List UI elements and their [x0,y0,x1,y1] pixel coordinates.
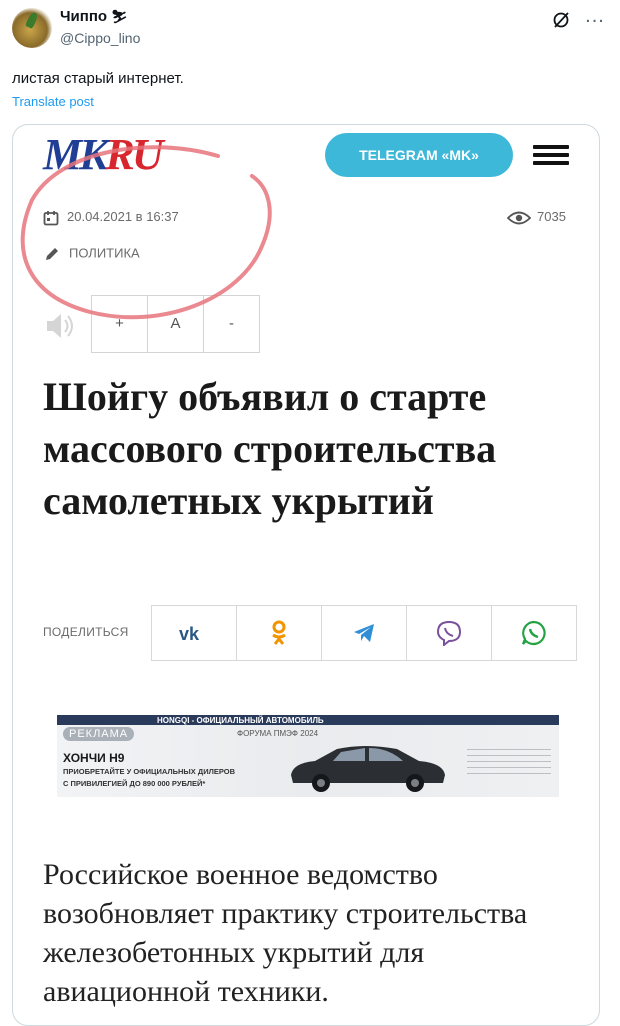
ad-fine-print [467,749,551,779]
font-reset-button[interactable]: A [148,296,204,352]
tweet-text: листая старый интернет. [12,70,184,87]
hamburger-menu-icon[interactable] [533,145,569,165]
telegram-button[interactable]: TELEGRAM «MK» [325,133,513,177]
share-vk-button[interactable]: vk [152,606,237,660]
whatsapp-icon [521,620,546,646]
font-size-controls: + A - [91,295,260,353]
article-headline: Шойгу объявил о старте массового строите… [43,374,497,523]
eye-icon [507,211,531,224]
speaker-icon[interactable] [43,309,77,343]
telegram-icon [354,624,374,642]
pencil-icon [46,248,58,260]
font-increase-button[interactable]: + [92,296,148,352]
ad-line-2: С ПРИВИЛЕГИЕЙ ДО 890 000 РУБЛЕЙ* [63,779,206,788]
share-whatsapp-button[interactable] [492,606,576,660]
car-image [291,746,445,792]
author-handle[interactable]: @Cippo_lino [60,30,140,46]
mk-logo: MKRU [43,130,164,179]
share-label: ПОДЕЛИТЬСЯ [43,625,129,639]
ad-model: ХОНЧИ Н9 [63,751,125,765]
article-category[interactable]: ПОЛИТИКА [43,245,140,263]
odnoklassniki-icon [272,620,286,645]
share-viber-button[interactable] [407,606,492,660]
share-ok-button[interactable] [237,606,322,660]
svg-text:vk: vk [179,624,200,642]
article-body: Российское военное ведомство возобновляе… [43,858,528,1008]
author-name[interactable]: Чиппо ⛷ [60,8,128,25]
article-date: 20.04.2021 в 16:37 [43,209,179,226]
article-date-text: 20.04.2021 в 16:37 [67,209,179,224]
font-decrease-button[interactable]: - [204,296,259,352]
logo-mk: MK [43,130,109,179]
ad-line-1: ПРИОБРЕТАЙТЕ У ОФИЦИАЛЬНЫХ ДИЛЕРОВ [63,767,235,776]
author-name-text: Чиппо [60,8,108,25]
translate-post-link[interactable]: Translate post [12,94,94,109]
share-buttons: vk [151,605,577,661]
logo-ru: RU [105,130,163,179]
article-category-text: ПОЛИТИКА [69,245,140,261]
view-count: 7035 [507,209,566,225]
grok-icon[interactable] [552,11,570,29]
ad-headline: HONGQI - ОФИЦИАЛЬНЫЙ АВТОМОБИЛЬ [157,716,324,725]
viber-icon [436,620,462,646]
share-telegram-button[interactable] [322,606,407,660]
view-count-text: 7035 [537,209,566,224]
hiker-emoji-icon: ⛷ [111,9,128,24]
attached-image[interactable]: MKRU TELEGRAM «MK» 20.04.2021 в 16:37 70… [12,124,600,1026]
calendar-icon [43,210,59,225]
ad-badge: РЕКЛАМА [63,727,135,741]
more-options-icon[interactable]: ... [582,6,608,31]
advertisement-banner[interactable]: HONGQI - ОФИЦИАЛЬНЫЙ АВТОМОБИЛЬ РЕКЛАМА … [57,715,559,797]
vk-icon: vk [179,624,200,642]
author-avatar[interactable] [12,8,52,48]
